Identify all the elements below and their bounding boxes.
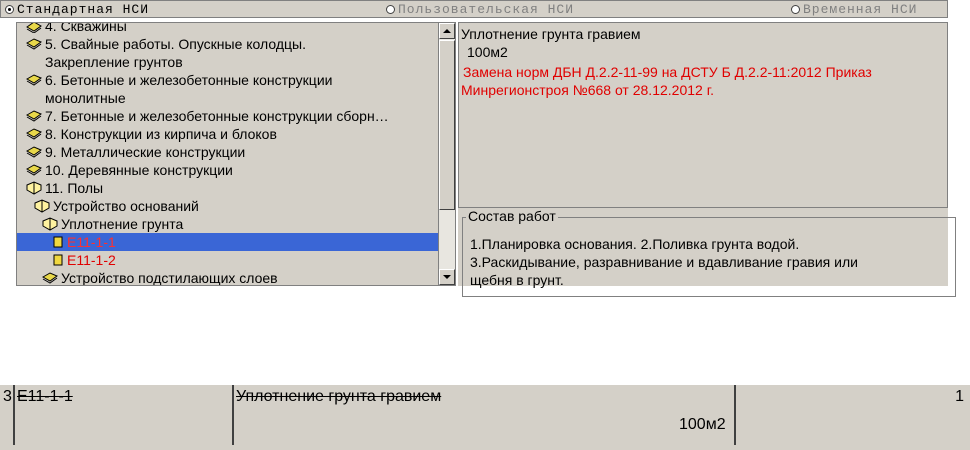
scroll-thumb[interactable]	[439, 40, 455, 210]
item-icon	[53, 236, 63, 248]
book-icon	[25, 164, 43, 176]
radio-user-nsi[interactable]: Пользовательская НСИ	[386, 2, 574, 17]
tree-item[interactable]: Уплотнение грунта	[41, 215, 183, 233]
open-book-icon	[34, 199, 50, 213]
radio-dot-icon	[791, 5, 800, 14]
radio-label: Стандартная НСИ	[17, 2, 150, 17]
radio-label: Временная НСИ	[803, 2, 918, 17]
radio-dot-icon	[386, 5, 395, 14]
tree-scrollbar[interactable]	[438, 23, 455, 285]
tree-item-continuation: монолитные	[45, 90, 126, 106]
estimate-row[interactable]: 3 Е11-1-1 Уплотнение грунта гравием 100м…	[0, 385, 970, 450]
row-name: Уплотнение грунта гравием	[236, 388, 442, 405]
row-number: 3	[3, 388, 12, 405]
open-book-icon	[42, 217, 58, 231]
radio-standard-nsi[interactable]: Стандартная НСИ	[5, 2, 149, 17]
norm-unit: 100м2	[467, 44, 508, 60]
tree-item[interactable]: 10. Деревянные конструкции	[25, 161, 233, 179]
norms-tree[interactable]: 4. Скважины 5. Свайные работы. Опускные …	[16, 22, 456, 286]
column-divider	[13, 385, 15, 445]
radio-dot-icon	[5, 5, 14, 14]
radio-temp-nsi[interactable]: Временная НСИ	[791, 2, 917, 17]
tree-item[interactable]: 5. Свайные работы. Опускные колодцы.	[25, 35, 306, 53]
tree-item[interactable]: 4. Скважины	[25, 23, 127, 35]
tree-item[interactable]: 8. Конструкции из кирпича и блоков	[25, 125, 277, 143]
work-composition-legend: Состав работ	[466, 208, 558, 224]
book-icon	[25, 146, 43, 158]
composition-line: 3.Раскидывание, разравнивание и вдавлива…	[470, 254, 858, 270]
tree-item-continuation: Закрепление грунтов	[45, 54, 183, 70]
row-quantity: 1	[955, 388, 964, 405]
tree-item[interactable]: Е11-1-2	[53, 251, 116, 269]
tree-item-selected[interactable]: Е11-1-1	[17, 233, 439, 251]
norm-note-line2: Минрегионстроя №668 от 28.12.2012 г.	[461, 82, 714, 98]
norm-note-line1: Замена норм ДБН Д.2.2-11-99 на ДСТУ Б Д.…	[463, 64, 872, 80]
composition-line: щебня в грунт.	[470, 272, 564, 288]
item-icon	[53, 254, 63, 266]
column-divider	[734, 385, 736, 445]
arrow-up-icon	[443, 29, 451, 33]
tree-item[interactable]: 11. Полы	[25, 179, 103, 197]
book-icon	[25, 38, 43, 50]
work-composition-panel: Состав работ 1.Планировка основания. 2.П…	[458, 208, 956, 297]
scroll-down-button[interactable]	[439, 269, 455, 285]
norm-info-panel: Уплотнение грунта гравием 100м2 Замена н…	[458, 22, 948, 209]
book-icon	[41, 272, 59, 284]
composition-line: 1.Планировка основания. 2.Поливка грунта…	[470, 236, 800, 252]
tree-item[interactable]: Устройство оснований	[33, 197, 199, 215]
book-icon	[25, 110, 43, 122]
row-unit: 100м2	[679, 416, 726, 433]
scroll-up-button[interactable]	[439, 23, 455, 39]
row-code: Е11-1-1	[17, 388, 73, 405]
tree-item[interactable]: 6. Бетонные и железобетонные конструкции	[25, 71, 332, 89]
open-book-icon	[26, 181, 42, 195]
book-icon	[26, 23, 42, 33]
arrow-down-icon	[443, 275, 451, 279]
tree-item[interactable]: 9. Металлические конструкции	[25, 143, 245, 161]
book-icon	[25, 128, 43, 140]
tree-item[interactable]: Устройство подстилающих слоев	[41, 269, 278, 285]
tree-item[interactable]: 7. Бетонные и железобетонные конструкции…	[25, 107, 389, 125]
norm-title: Уплотнение грунта гравием	[461, 26, 641, 42]
column-divider	[232, 385, 234, 445]
book-icon	[25, 74, 43, 86]
nsi-source-radio-group: Стандартная НСИ Пользовательская НСИ Вре…	[0, 0, 948, 18]
radio-label: Пользовательская НСИ	[398, 2, 575, 17]
